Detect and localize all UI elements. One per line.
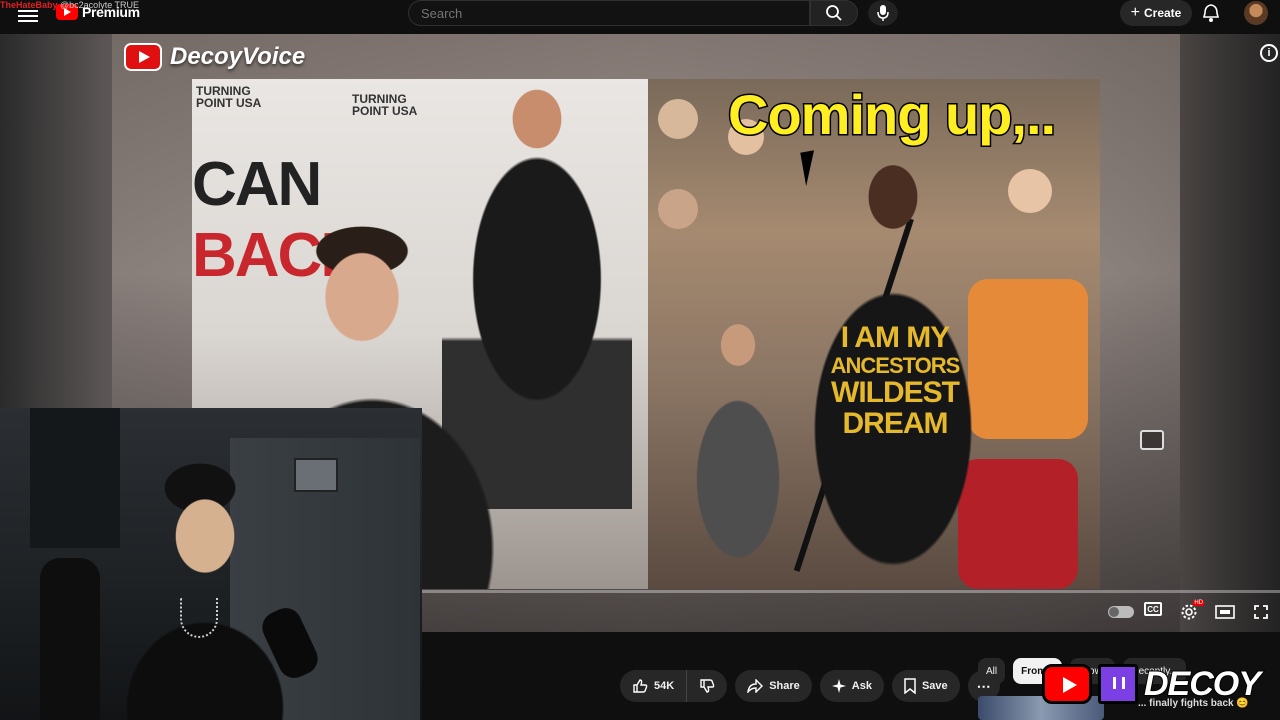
youtube-logo-icon — [1042, 664, 1092, 704]
top-bar: Premium TheHateBaby @bc2acolyte TRUE + C… — [0, 0, 1280, 34]
search-input[interactable] — [409, 1, 809, 25]
turning-point-sign-text: TURNING POINT USA — [352, 92, 418, 118]
create-label: Create — [1143, 6, 1182, 20]
search-icon — [826, 5, 842, 21]
right-video-panel: I AM MY ANCESTORS WILDEST DREAM — [648, 79, 1100, 589]
dislike-button[interactable] — [687, 670, 727, 702]
stream-overlay-tag: TheHateBaby @bc2acolyte TRUE — [0, 0, 139, 10]
share-icon — [747, 679, 764, 693]
turning-point-sign-text: TURNING POINT USA — [196, 84, 262, 110]
save-label: Save — [921, 680, 948, 692]
notifications-button[interactable] — [1202, 3, 1224, 23]
thumbs-up-icon — [633, 679, 648, 693]
fullscreen-button[interactable] — [1250, 602, 1272, 622]
settings-button[interactable]: HD — [1178, 600, 1204, 622]
progress-bar[interactable] — [422, 590, 1280, 593]
crowd-face — [658, 99, 698, 139]
like-button[interactable]: 54K — [620, 670, 688, 702]
decoyvoice-watermark: DecoyVoice — [124, 43, 305, 71]
webcam-overlay — [0, 408, 422, 720]
fullscreen-icon — [1254, 605, 1268, 619]
chair — [40, 558, 100, 720]
video-caption: Coming up,.. — [726, 82, 1057, 148]
watermark-text: DecoyVoice — [170, 43, 306, 70]
bell-icon — [1202, 4, 1220, 22]
share-button[interactable]: Share — [735, 670, 812, 702]
overlay-handle-tag: @bc2acolyte TRUE — [60, 0, 140, 10]
ask-button[interactable]: Ask — [819, 670, 884, 702]
bookmark-icon — [904, 678, 916, 694]
necklace — [180, 598, 218, 638]
info-icon[interactable]: i — [1260, 44, 1278, 62]
streamer — [100, 458, 310, 720]
ask-label: Ask — [851, 680, 872, 692]
miniplayer-icon[interactable] — [1140, 430, 1164, 450]
brand-text: DECOY — [1143, 664, 1262, 704]
save-button[interactable]: Save — [891, 670, 960, 702]
theater-mode-icon — [1215, 605, 1235, 619]
thumbs-down-icon — [700, 679, 715, 693]
twitch-logo-icon — [1098, 664, 1138, 704]
search-button[interactable] — [810, 0, 858, 26]
microphone-icon — [877, 5, 889, 21]
theater-mode-button[interactable] — [1214, 602, 1236, 622]
overlay-channel-tag: TheHateBaby — [0, 0, 58, 10]
decoy-brand-overlay: DECOY — [1042, 664, 1262, 704]
share-label: Share — [769, 680, 800, 692]
voice-search-button[interactable] — [868, 0, 898, 26]
account-avatar[interactable] — [1244, 1, 1268, 25]
create-button[interactable]: + Create — [1120, 0, 1192, 26]
crowd-face — [658, 189, 698, 229]
search-box[interactable] — [408, 0, 810, 26]
mouse-cursor-icon — [800, 147, 834, 187]
hd-badge: HD — [1193, 600, 1204, 606]
youtube-play-icon — [124, 43, 162, 71]
chip-all[interactable]: All — [978, 658, 1006, 684]
like-count: 54K — [654, 680, 675, 692]
like-dislike-group: 54K — [620, 670, 728, 702]
autoplay-toggle[interactable] — [1108, 606, 1134, 618]
shirt-text: I AM MY ANCESTORS WILDEST DREAM — [830, 321, 961, 441]
sparkle-icon — [831, 679, 846, 693]
plus-icon: + — [1130, 4, 1140, 21]
crowd-face — [1008, 169, 1052, 213]
captions-button[interactable]: CC — [1144, 602, 1162, 616]
action-bar: 54K Share Ask Save ⋯ — [620, 670, 1000, 702]
player-controls: CC HD — [422, 590, 1280, 634]
